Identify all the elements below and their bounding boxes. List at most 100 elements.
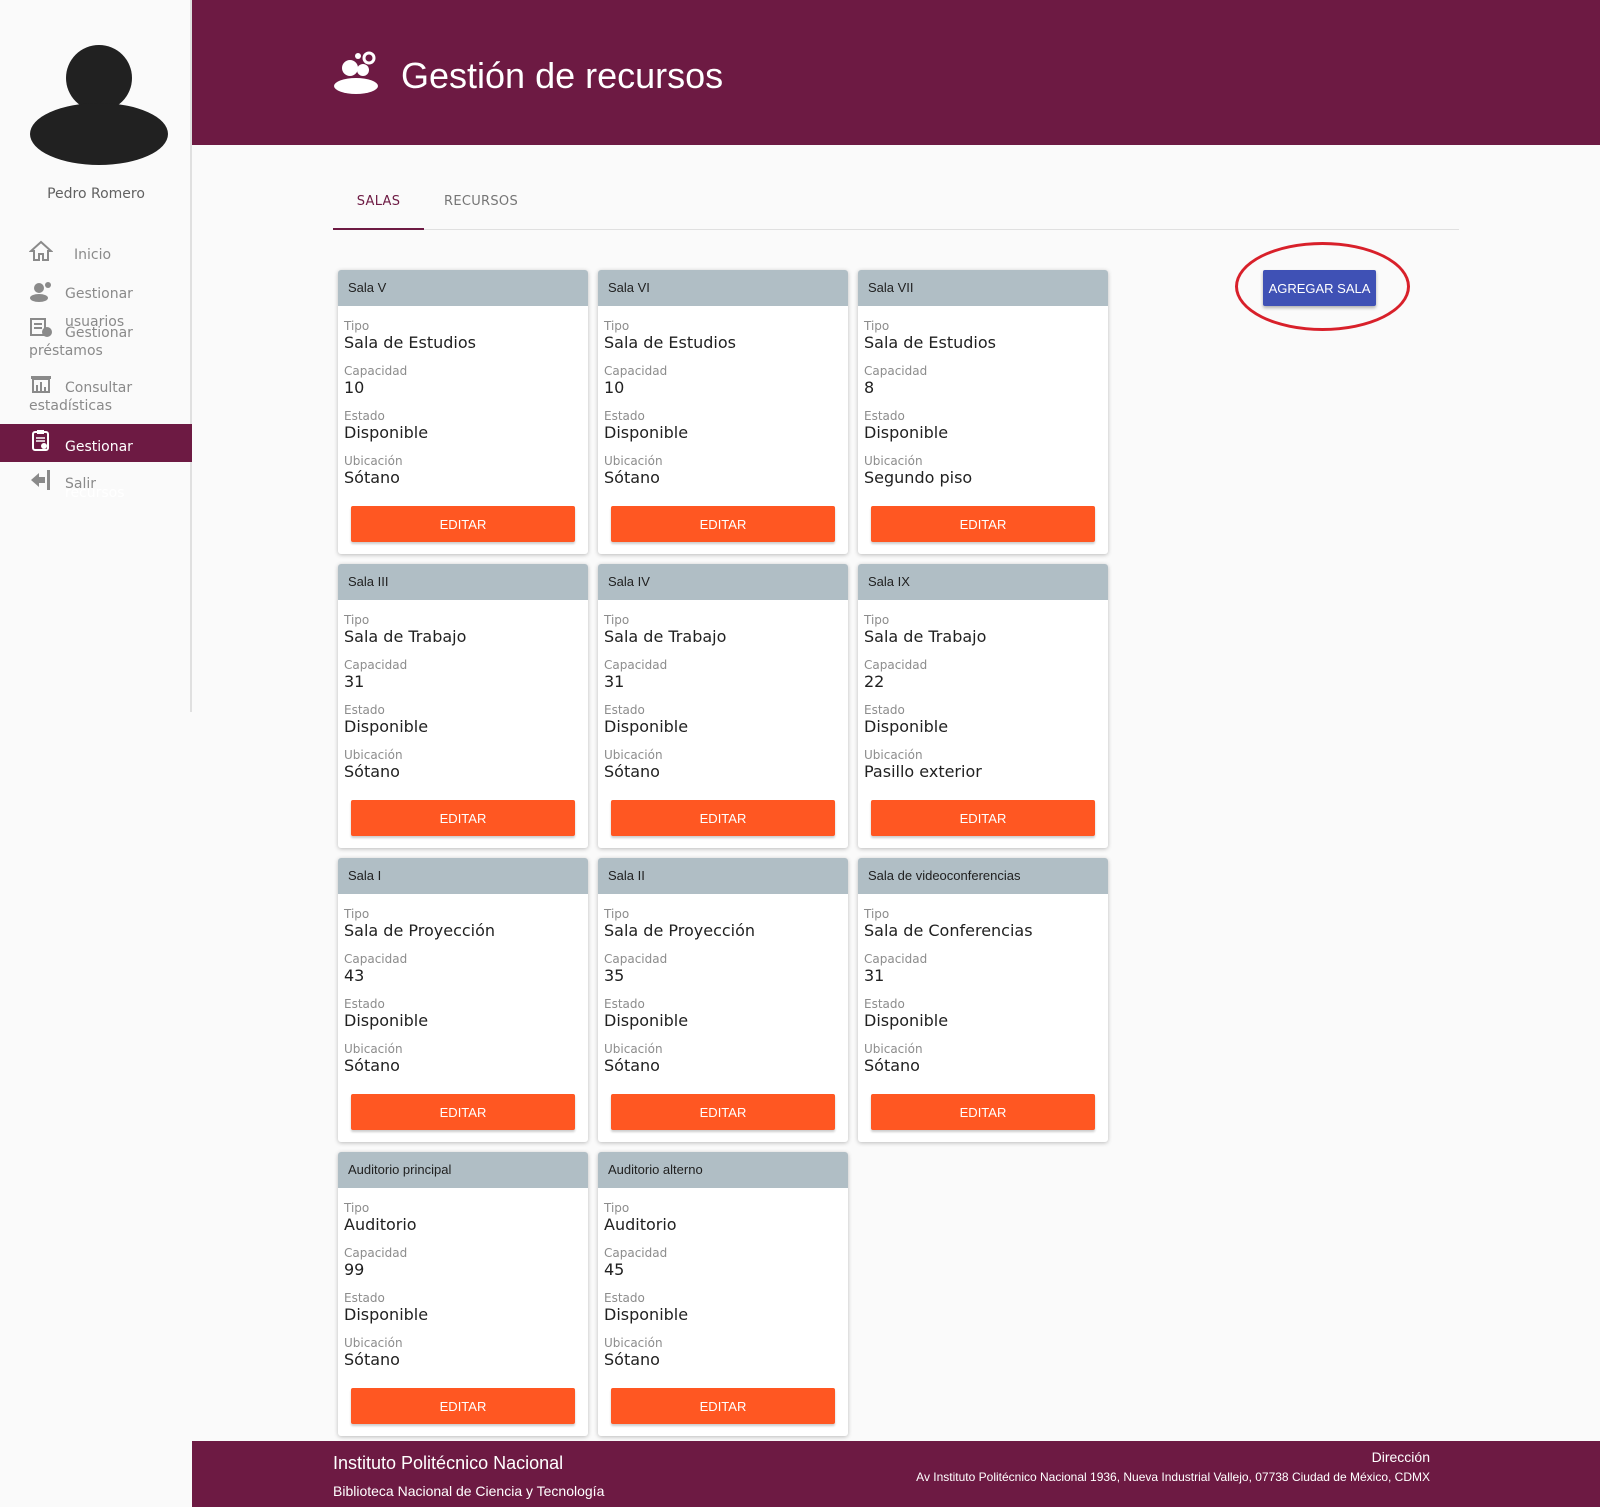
room-field-label: Tipo [344,1201,370,1215]
room-field-label: Capacidad [864,658,928,672]
room-field-label: Estado [604,1291,645,1305]
room-field-estado: Estado Disponible [604,409,688,443]
room-field-tipo: Tipo Sala de Proyección [604,907,755,941]
edit-room-button[interactable]: EDITAR [871,506,1095,542]
room-field-value: 10 [344,378,365,397]
edit-room-button[interactable]: EDITAR [611,1388,835,1424]
room-card-title: Sala III [338,564,588,600]
footer-library: Biblioteca Nacional de Ciencia y Tecnolo… [333,1483,605,1499]
room-field-tipo: Tipo Sala de Trabajo [344,613,466,647]
room-field-estado: Estado Disponible [604,1291,688,1325]
room-field-value: 99 [344,1260,365,1279]
edit-room-button[interactable]: EDITAR [351,1388,575,1424]
tab-salas[interactable]: SALAS [333,190,424,230]
room-field-ubicacion: Ubicación Sótano [604,748,663,782]
room-field-estado: Estado Disponible [864,997,948,1031]
room-field-capacidad: Capacidad 10 [344,364,407,398]
room-field-tipo: Tipo Sala de Estudios [344,319,476,353]
room-field-tipo: Tipo Sala de Proyección [344,907,495,941]
room-field-ubicacion: Ubicación Sótano [344,454,403,488]
room-field-value: Sótano [864,1056,920,1075]
room-field-value: Auditorio [344,1215,417,1234]
room-field-value: Sala de Estudios [604,333,736,352]
room-field-value: Sótano [604,468,660,487]
room-field-label: Tipo [604,613,630,627]
room-card-title: Sala V [338,270,588,306]
room-field-value: 45 [604,1260,625,1279]
edit-room-button[interactable]: EDITAR [351,800,575,836]
edit-room-button[interactable]: EDITAR [871,1094,1095,1130]
room-field-capacidad: Capacidad 10 [604,364,667,398]
room-field-label: Ubicación [864,1042,923,1056]
room-card-title: Sala de videoconferencias [858,858,1108,894]
room-field-tipo: Tipo Sala de Conferencias [864,907,1033,941]
nav-item-estadisticas[interactable]: Consultar estadísticas [0,372,192,416]
nav-item-prestamos[interactable]: Gestionar préstamos [0,317,192,361]
room-field-label: Estado [864,703,905,717]
edit-room-button[interactable]: EDITAR [611,800,835,836]
edit-room-button[interactable]: EDITAR [611,1094,835,1130]
room-field-value: 22 [864,672,885,691]
room-card-title: Sala II [598,858,848,894]
room-field-ubicacion: Ubicación Sótano [864,1042,923,1076]
nav-item-inicio[interactable]: Inicio [0,240,192,270]
room-field-ubicacion: Ubicación Sótano [344,1336,403,1370]
room-field-label: Estado [864,409,905,423]
room-field-value: Sótano [604,762,660,781]
loans-icon [30,318,52,337]
room-field-capacidad: Capacidad 31 [864,952,927,986]
room-field-capacidad: Capacidad 31 [604,658,667,692]
room-field-label: Capacidad [864,364,928,378]
room-field-estado: Estado Disponible [864,703,948,737]
nav-item-salir[interactable]: Salir [0,469,192,499]
room-field-value: Sala de Trabajo [864,627,987,646]
room-field-estado: Estado Disponible [344,1291,428,1325]
room-field-label: Estado [344,1291,385,1305]
room-field-value: Sala de Estudios [864,333,996,352]
room-field-tipo: Tipo Auditorio [344,1201,417,1235]
room-field-estado: Estado Disponible [864,409,948,443]
sidebar: Pedro Romero Inicio Gestionar usuarios G… [0,0,192,712]
room-field-capacidad: Capacidad 8 [864,364,927,398]
edit-room-button[interactable]: EDITAR [351,506,575,542]
room-field-label: Capacidad [604,658,668,672]
room-field-label: Ubicación [604,748,663,762]
room-field-label: Ubicación [864,748,923,762]
room-field-value: Sala de Proyección [604,921,756,940]
room-field-label: Ubicación [344,454,403,468]
room-field-estado: Estado Disponible [344,997,428,1031]
room-field-label: Estado [344,997,385,1011]
room-field-value: 10 [604,378,625,397]
edit-room-button[interactable]: EDITAR [351,1094,575,1130]
tab-recursos[interactable]: RECURSOS [433,190,529,230]
room-field-value: Sótano [344,468,400,487]
room-card: Sala IV Tipo Sala de Trabajo Capacidad 31 Est… [598,564,848,848]
edit-room-button[interactable]: EDITAR [871,800,1095,836]
room-field-tipo: Tipo Auditorio [604,1201,677,1235]
add-room-button[interactable]: AGREGAR SALA [1263,270,1376,306]
room-field-label: Estado [604,997,645,1011]
room-field-ubicacion: Ubicación Segundo piso [864,454,972,488]
room-field-ubicacion: Ubicación Sótano [604,454,663,488]
tab-bar: SALAS RECURSOS [333,190,1459,230]
room-field-estado: Estado Disponible [604,703,688,737]
room-field-value: Sala de Proyección [344,921,496,940]
room-field-value: Sala de Conferencias [864,921,1033,940]
nav-item-usuarios[interactable]: Gestionar usuarios [0,280,192,330]
room-field-value: Sótano [604,1056,660,1075]
room-field-value: 31 [604,672,625,691]
room-field-label: Capacidad [604,364,668,378]
room-field-value: Disponible [344,423,429,442]
stats-icon [31,376,51,393]
room-field-label: Capacidad [344,364,408,378]
room-field-value: Disponible [864,717,949,736]
room-field-value: Disponible [344,717,429,736]
room-field-value: Segundo piso [864,468,973,487]
room-field-value: Disponible [604,1305,689,1324]
nav-item-recursos[interactable]: Gestionar recursos [0,424,192,501]
room-field-ubicacion: Ubicación Sótano [344,1042,403,1076]
room-field-label: Ubicación [344,1042,403,1056]
room-field-label: Tipo [604,1201,630,1215]
edit-room-button[interactable]: EDITAR [611,506,835,542]
room-field-capacidad: Capacidad 22 [864,658,927,692]
